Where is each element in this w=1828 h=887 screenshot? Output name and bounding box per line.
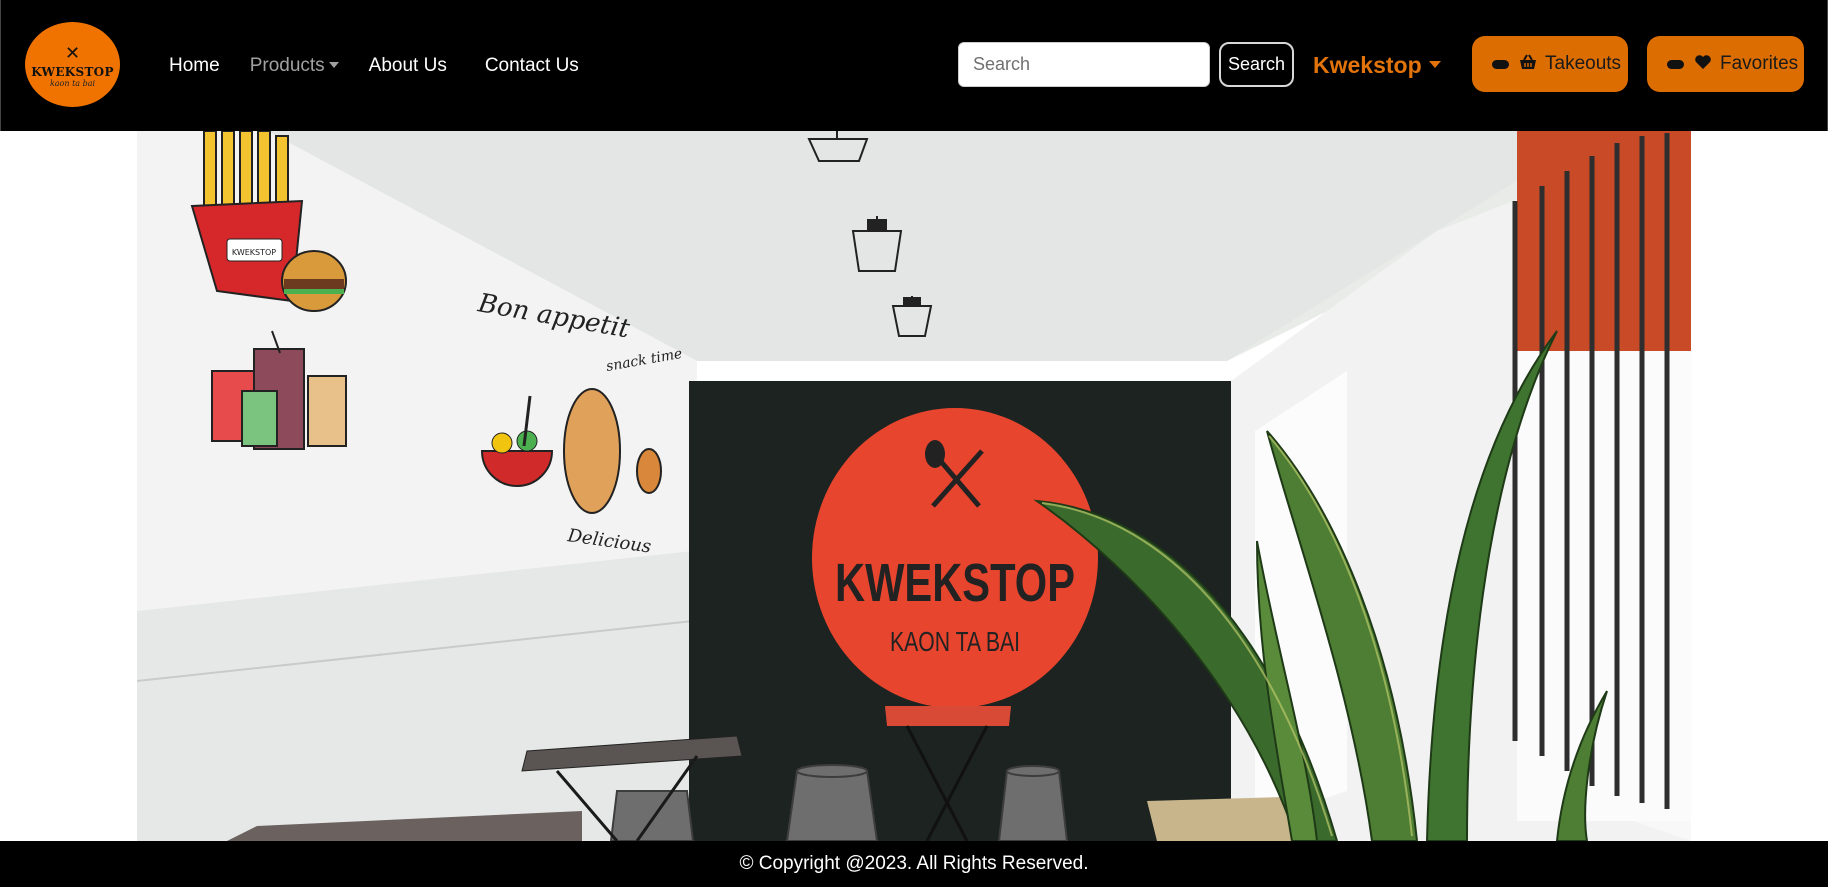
nav-about-link[interactable]: About Us [369,55,447,77]
user-menu-label: Kwekstop [1313,52,1422,78]
copyright-text: © Copyright @2023. All Rights Reserved. [739,853,1089,874]
takeouts-button[interactable]: Takeouts [1472,36,1628,92]
favorites-button[interactable]: Favorites [1647,36,1804,92]
nav-contact-link[interactable]: Contact Us [485,55,579,77]
brand-logo[interactable]: ✕ KWEKSTOP kaon ta bai [25,22,120,107]
nav-links: Home Products About Us Contact Us [169,0,609,131]
favorites-label: Favorites [1720,53,1799,74]
chevron-down-icon [1428,61,1441,68]
basket-icon [1519,53,1537,75]
logo-subtext: kaon ta bai [49,78,96,88]
search-button[interactable]: Search [1219,42,1294,87]
badge-dot [1492,59,1509,69]
badge-dot [1667,59,1684,69]
search-input[interactable] [958,42,1210,87]
sign-subtitle: KAON TA BAI [890,626,1020,657]
chevron-down-icon [328,61,339,68]
nav-products-dropdown[interactable]: Products [250,55,339,77]
heart-icon [1694,54,1712,75]
user-menu-dropdown[interactable]: Kwekstop [1313,52,1441,79]
fries-box-text: KWEKSTOP [232,248,276,257]
nav-home-link[interactable]: Home [169,55,220,77]
site-footer: © Copyright @2023. All Rights Reserved. [0,841,1828,887]
nav-products-label: Products [249,54,325,76]
takeouts-label: Takeouts [1545,53,1622,74]
restaurant-interior-image: KWEKSTOP Bon appetit snack time Deliciou… [137,131,1691,841]
fork-knife-icon: ✕ [64,42,81,63]
logo-text: KWEKSTOP [31,64,114,79]
top-navbar: ✕ KWEKSTOP kaon ta bai Home Products Abo… [0,0,1828,131]
hero-restaurant-photo: KWEKSTOP Bon appetit snack time Deliciou… [137,131,1691,841]
sign-title: KWEKSTOP [835,553,1075,613]
